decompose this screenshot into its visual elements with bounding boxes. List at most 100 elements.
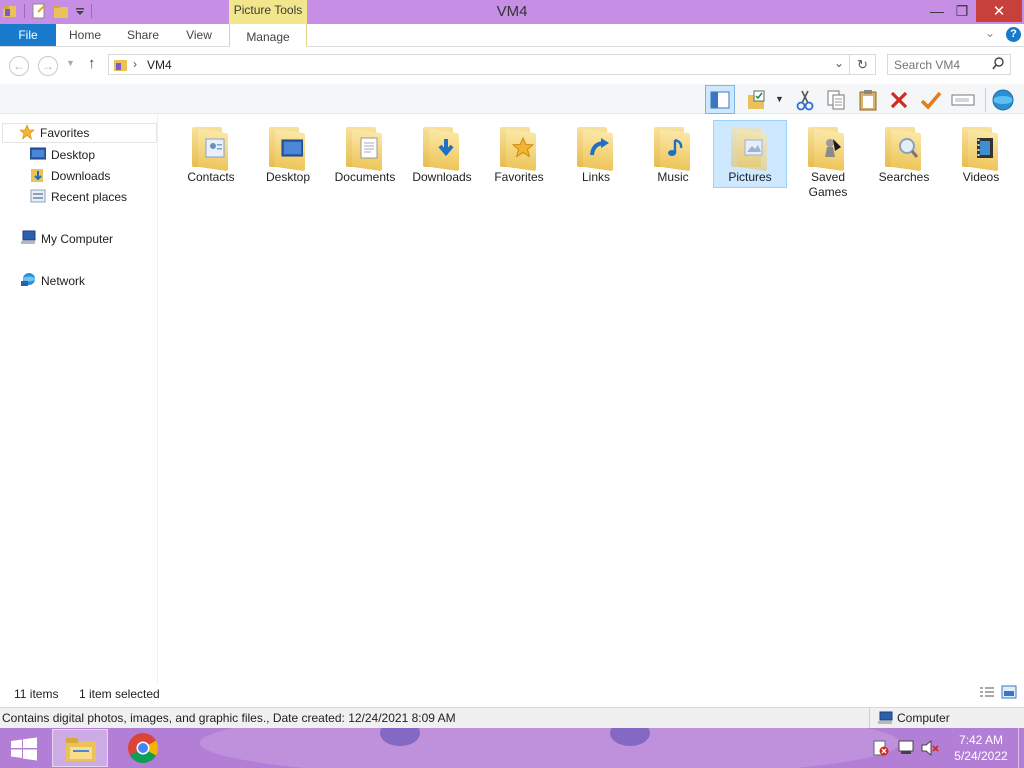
tab-file[interactable]: File — [0, 24, 56, 46]
folder-item-searches[interactable]: Searches — [867, 120, 941, 200]
documents-icon — [360, 137, 378, 159]
folder-item-pictures[interactable]: Pictures — [713, 120, 787, 188]
folder-item-videos[interactable]: Videos — [944, 120, 1018, 200]
search-icon[interactable] — [992, 57, 1005, 74]
restore-button[interactable]: ❐ — [950, 0, 974, 22]
location-label: Computer — [897, 711, 950, 725]
forward-button[interactable]: → — [38, 56, 58, 76]
clock-date: 5/24/2022 — [954, 749, 1008, 763]
nav-favorites[interactable]: Favorites — [2, 123, 157, 143]
recent-places-icon — [30, 188, 46, 207]
folder-item-downloads[interactable]: Downloads — [405, 120, 479, 200]
nav-item-label: Recent places — [51, 190, 128, 204]
music-note-icon — [668, 138, 683, 156]
address-dropdown-icon[interactable]: ⌄ — [834, 56, 844, 70]
folder-label: Saved Games — [808, 170, 848, 199]
computer-icon — [20, 230, 36, 249]
nav-network[interactable]: Network — [20, 271, 85, 291]
network-status-icon[interactable] — [898, 740, 916, 759]
folder-item-contacts[interactable]: Contacts — [174, 120, 248, 200]
paste-icon[interactable] — [856, 88, 880, 112]
folder-label: Music — [657, 170, 689, 184]
folder-label: Videos — [962, 170, 1000, 184]
magnifier-icon — [899, 138, 919, 158]
select-all-icon[interactable] — [919, 88, 943, 112]
up-button[interactable]: ↑ — [88, 55, 96, 72]
folder-options-icon[interactable] — [745, 88, 769, 112]
start-button[interactable] — [10, 737, 38, 764]
folder-item-links[interactable]: Links — [559, 120, 633, 200]
navigation-pane: Favorites Desktop Downloads Recent place… — [0, 114, 158, 684]
large-icons-view-icon[interactable] — [1001, 685, 1017, 702]
toolbar-separator — [985, 88, 986, 112]
window-title: VM4 — [496, 3, 528, 20]
action-center-icon[interactable] — [873, 740, 889, 759]
desktop-icon — [29, 147, 47, 164]
film-icon — [977, 138, 993, 158]
search-input[interactable] — [894, 57, 984, 72]
tab-view[interactable]: View — [178, 24, 220, 46]
nav-item-label: Downloads — [51, 169, 111, 183]
tab-manage[interactable]: Manage — [229, 26, 307, 48]
taskbar-chrome[interactable] — [127, 732, 159, 767]
system-clock[interactable]: 7:42 AM 5/24/2022 — [950, 732, 1012, 764]
copy-icon[interactable] — [824, 88, 848, 112]
recent-locations-icon[interactable]: ▼ — [66, 58, 75, 68]
folder-label: Pictures — [728, 170, 772, 184]
rename-icon[interactable] — [951, 88, 975, 112]
folder-options-dropdown-icon[interactable]: ▼ — [775, 94, 784, 104]
breadcrumb-separator[interactable]: › — [133, 57, 137, 71]
volume-muted-icon[interactable] — [921, 739, 939, 759]
preview-pane-button[interactable] — [705, 85, 735, 114]
status-bar: 11 items 1 item selected — [0, 684, 1024, 706]
nav-favorites-label: Favorites — [40, 126, 90, 140]
downloads-icon — [30, 167, 46, 186]
windows-logo-icon — [11, 737, 37, 761]
show-desktop-button[interactable] — [1018, 728, 1024, 768]
folder-label: Links — [581, 170, 610, 184]
nav-computer-label: My Computer — [41, 232, 114, 246]
details-text: Contains digital photos, images, and gra… — [2, 711, 456, 725]
folder-label: Searches — [878, 170, 930, 184]
title-bar: Picture Tools VM4 — ❐ ✕ — [0, 0, 1024, 24]
folder-label: Contacts — [187, 170, 235, 184]
contacts-icon — [205, 138, 225, 158]
folder-item-documents[interactable]: Documents — [328, 120, 402, 200]
refresh-button[interactable]: ↻ — [850, 54, 876, 75]
folder-icon — [729, 123, 771, 172]
folder-item-saved-games[interactable]: Saved Games — [790, 120, 864, 204]
delete-icon[interactable] — [887, 88, 911, 112]
file-explorer-icon — [66, 738, 96, 761]
folder-item-favorites[interactable]: Favorites — [482, 120, 556, 200]
folder-icon — [575, 123, 617, 172]
expand-ribbon-icon[interactable]: ⌄ — [985, 26, 995, 40]
tab-home[interactable]: Home — [62, 24, 108, 46]
cut-icon[interactable] — [793, 88, 817, 112]
search-box[interactable] — [887, 54, 1011, 75]
nav-item-desktop[interactable]: Desktop — [29, 145, 96, 165]
nav-item-downloads[interactable]: Downloads — [30, 166, 110, 186]
details-view-icon[interactable] — [979, 686, 995, 703]
nav-item-recent-places[interactable]: Recent places — [30, 187, 127, 207]
minimize-button[interactable]: — — [926, 0, 948, 22]
folder-item-music[interactable]: Music — [636, 120, 710, 200]
nav-item-label: Desktop — [51, 148, 96, 162]
close-button[interactable]: ✕ — [976, 0, 1022, 22]
taskbar-file-explorer[interactable] — [52, 729, 108, 767]
folder-icon — [960, 123, 1002, 172]
nav-network-label: Network — [41, 274, 86, 288]
tab-share[interactable]: Share — [118, 24, 168, 46]
star-icon — [512, 137, 534, 158]
breadcrumb-vm4[interactable]: VM4 — [147, 58, 172, 72]
chess-icon — [825, 139, 841, 157]
taskbar: 7:42 AM 5/24/2022 — [0, 728, 1024, 768]
wallpaper-shape — [200, 728, 900, 768]
address-bar[interactable] — [108, 54, 850, 75]
back-button[interactable]: ← — [9, 56, 29, 76]
folder-label: Favorites — [494, 170, 544, 184]
folder-item-desktop[interactable]: Desktop — [251, 120, 325, 200]
nav-my-computer[interactable]: My Computer — [20, 229, 113, 249]
favorites-star-icon — [19, 123, 35, 143]
help-icon[interactable]: ? — [1006, 27, 1021, 42]
web-globe-icon[interactable] — [991, 88, 1015, 112]
